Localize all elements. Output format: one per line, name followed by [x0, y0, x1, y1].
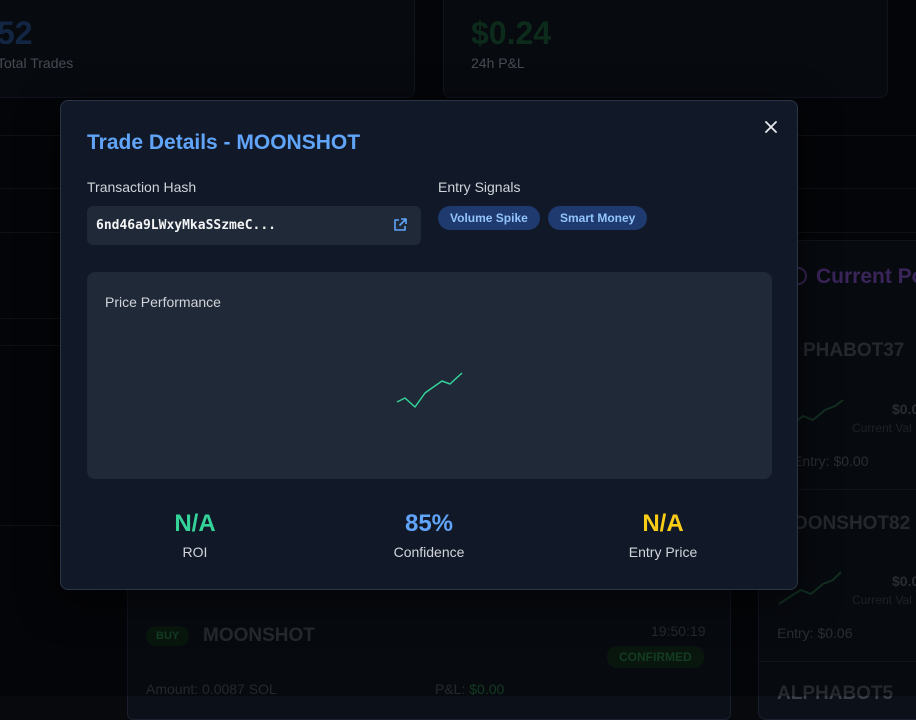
close-button[interactable] — [761, 117, 781, 137]
metric-roi-label: ROI — [182, 544, 208, 560]
transaction-hash-label: Transaction Hash — [87, 179, 197, 195]
entry-signals-label: Entry Signals — [438, 179, 521, 195]
external-link-icon — [394, 218, 407, 231]
transaction-hash-box: 6nd46a9LWxyMkaSSzmeC... — [87, 206, 421, 245]
price-sparkline — [396, 372, 463, 408]
metric-entry-price: N/A Entry Price — [563, 510, 763, 560]
external-link-button[interactable] — [392, 217, 408, 233]
modal-title: Trade Details - MOONSHOT — [87, 131, 361, 154]
price-performance-card: Price Performance — [87, 272, 772, 479]
close-icon — [765, 121, 777, 133]
metric-confidence: 85% Confidence — [329, 510, 529, 560]
metric-roi: N/A ROI — [95, 510, 295, 560]
signal-badge-volume-spike: Volume Spike — [438, 206, 540, 230]
transaction-hash-value[interactable]: 6nd46a9LWxyMkaSSzmeC... — [96, 218, 276, 233]
metric-entry-price-label: Entry Price — [628, 544, 698, 560]
trade-details-modal: Trade Details - MOONSHOT Transaction Has… — [60, 100, 798, 590]
metric-confidence-label: Confidence — [393, 544, 465, 560]
metric-confidence-value: 85% — [404, 510, 454, 537]
metric-roi-value: N/A — [174, 510, 216, 537]
signal-badge-smart-money: Smart Money — [548, 206, 648, 230]
metric-entry-price-value: N/A — [642, 510, 684, 537]
